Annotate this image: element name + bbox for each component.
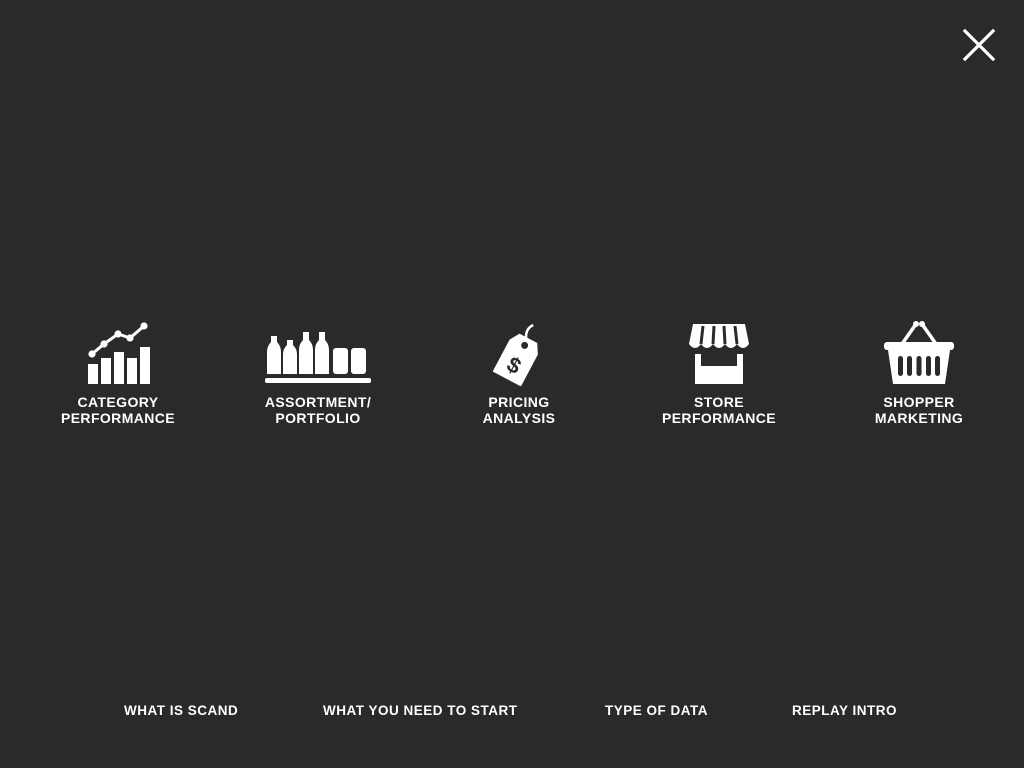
tile-category-performance[interactable]: CATEGORY PERFORMANCE: [33, 318, 203, 430]
price-tag-icon: $: [434, 318, 604, 386]
bar-chart-trend-icon: [33, 318, 203, 386]
tile-label: PRICING ANALYSIS: [482, 394, 556, 426]
tile-shopper-marketing[interactable]: SHOPPER MARKETING: [834, 318, 1004, 430]
close-button[interactable]: [960, 28, 996, 64]
tile-label: CATEGORY PERFORMANCE: [60, 394, 176, 426]
tile-label: ASSORTMENT/ PORTFOLIO: [264, 394, 372, 426]
tile-label: STORE PERFORMANCE: [661, 394, 777, 426]
replay-intro-link[interactable]: REPLAY INTRO: [792, 703, 897, 718]
menu-screen: CATEGORY PERFORMANCE ASSORTMENT/ PORTFOL…: [0, 0, 1024, 768]
close-icon: [962, 28, 996, 62]
what-is-scand-link[interactable]: WHAT IS SCAND: [124, 703, 238, 718]
tile-pricing-analysis[interactable]: $ PRICING ANALYSIS: [434, 318, 604, 430]
bottles-shelf-icon: [233, 318, 403, 386]
tile-label: SHOPPER MARKETING: [874, 394, 964, 426]
shopping-basket-icon: [834, 318, 1004, 386]
storefront-icon: [634, 318, 804, 386]
what-you-need-to-start-link[interactable]: WHAT YOU NEED TO START: [323, 703, 518, 718]
tile-store-performance[interactable]: STORE PERFORMANCE: [634, 318, 804, 430]
tile-assortment-portfolio[interactable]: ASSORTMENT/ PORTFOLIO: [233, 318, 403, 430]
type-of-data-link[interactable]: TYPE OF DATA: [605, 703, 708, 718]
